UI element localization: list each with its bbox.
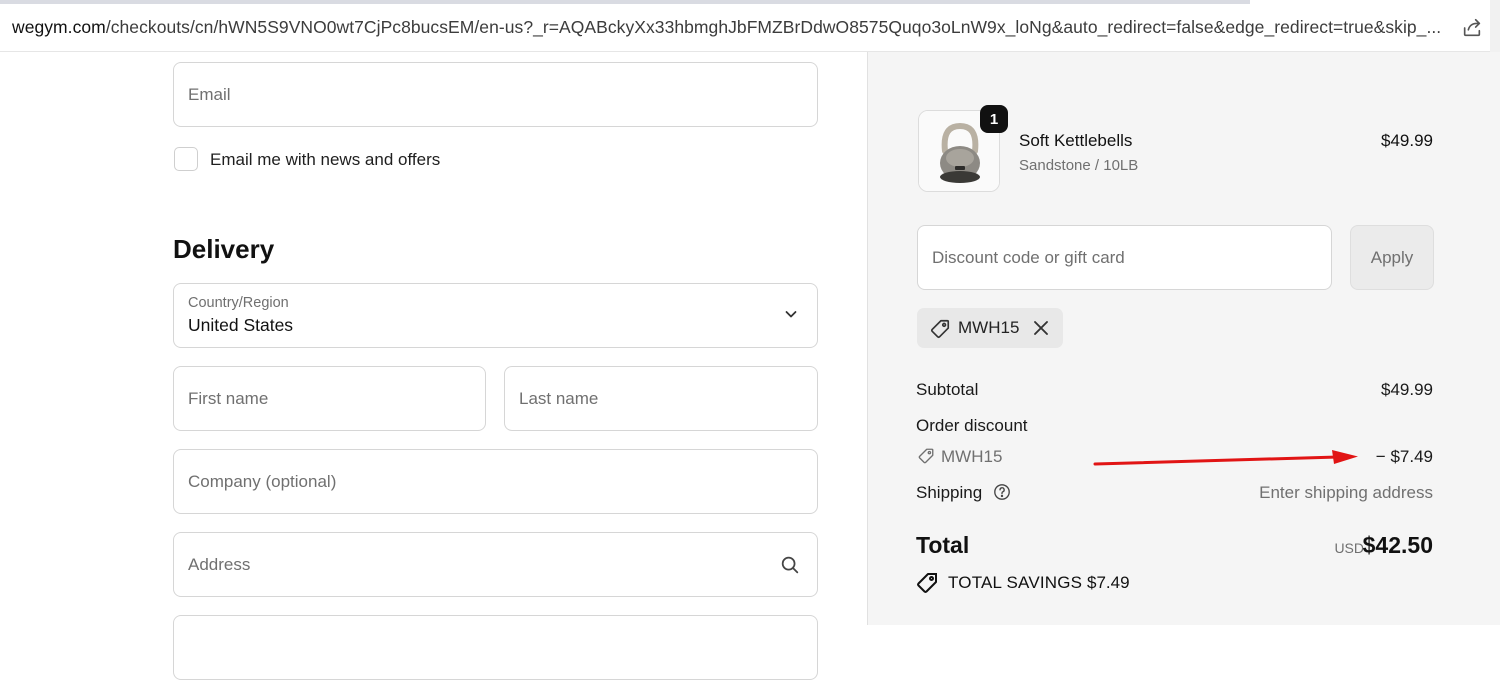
- page-load-indicator: [0, 0, 1250, 4]
- total-value: $42.50: [1362, 532, 1433, 558]
- product-price: $49.99: [1381, 131, 1433, 150]
- last-name-field[interactable]: Last name: [504, 366, 818, 431]
- company-field[interactable]: Company (optional): [173, 449, 818, 514]
- subtotal-value: $49.99: [1381, 380, 1433, 399]
- country-label: Country/Region: [188, 295, 289, 311]
- share-icon[interactable]: [1461, 17, 1483, 39]
- scrollbar[interactable]: [1490, 0, 1500, 52]
- currency-code: USD: [1334, 540, 1364, 556]
- discount-code-input[interactable]: Discount code or gift card: [917, 225, 1332, 290]
- total-label: Total: [916, 532, 970, 558]
- newsletter-checkbox[interactable]: [174, 147, 198, 171]
- delivery-heading: Delivery: [173, 234, 275, 264]
- last-name-placeholder: Last name: [519, 388, 599, 408]
- tag-icon: [931, 319, 950, 338]
- url-text[interactable]: wegym.com/checkouts/cn/hWN5S9VNO0wt7CjPc…: [12, 17, 1452, 38]
- country-value: United States: [188, 315, 294, 335]
- company-placeholder: Company (optional): [188, 471, 337, 491]
- address-field[interactable]: Address: [173, 532, 818, 597]
- newsletter-label: Email me with news and offers: [210, 150, 441, 169]
- address-placeholder: Address: [188, 554, 251, 574]
- total-savings-value: $7.49: [1087, 573, 1130, 592]
- discount-value: − $7.49: [1375, 447, 1433, 466]
- first-name-placeholder: First name: [188, 388, 269, 408]
- applied-code: MWH15: [958, 318, 1020, 337]
- quantity-badge: 1: [980, 105, 1008, 133]
- help-icon[interactable]: [993, 483, 1011, 501]
- shipping-label: Shipping: [916, 483, 983, 502]
- subtotal-label: Subtotal: [916, 380, 979, 399]
- product-name: Soft Kettlebells: [1019, 131, 1133, 150]
- search-icon: [781, 556, 799, 574]
- url-path: /checkouts/cn/hWN5S9VNO0wt7CjPc8bucsEM/e…: [105, 17, 1442, 37]
- savings-tag-icon: [917, 573, 937, 593]
- url-host: wegym.com: [12, 17, 106, 37]
- close-icon[interactable]: [1032, 319, 1050, 337]
- product-variant: Sandstone / 10LB: [1019, 157, 1139, 174]
- email-field[interactable]: Email: [173, 62, 818, 127]
- discount-placeholder: Discount code or gift card: [932, 248, 1125, 267]
- applied-discount-chip: MWH15: [917, 308, 1063, 348]
- email-placeholder: Email: [188, 84, 231, 104]
- country-select[interactable]: Country/Region United States: [173, 283, 818, 348]
- browser-address-bar: wegym.com/checkouts/cn/hWN5S9VNO0wt7CjPc…: [0, 0, 1500, 52]
- order-discount-label: Order discount: [916, 416, 1028, 435]
- discount-code-label: MWH15: [941, 447, 1003, 466]
- order-summary-pane: 1 Soft Kettlebells Sandstone / 10LB $49.…: [867, 52, 1500, 625]
- first-name-field[interactable]: First name: [173, 366, 486, 431]
- apply-button[interactable]: Apply: [1350, 225, 1434, 290]
- shipping-value: Enter shipping address: [1259, 483, 1433, 502]
- chevron-down-icon: [785, 311, 797, 318]
- tag-icon: [918, 448, 934, 464]
- total-savings-label: TOTAL SAVINGS: [948, 573, 1083, 592]
- checkout-form-pane: Email Email me with news and offers Deli…: [0, 52, 867, 680]
- annotation-arrow: [1093, 450, 1358, 466]
